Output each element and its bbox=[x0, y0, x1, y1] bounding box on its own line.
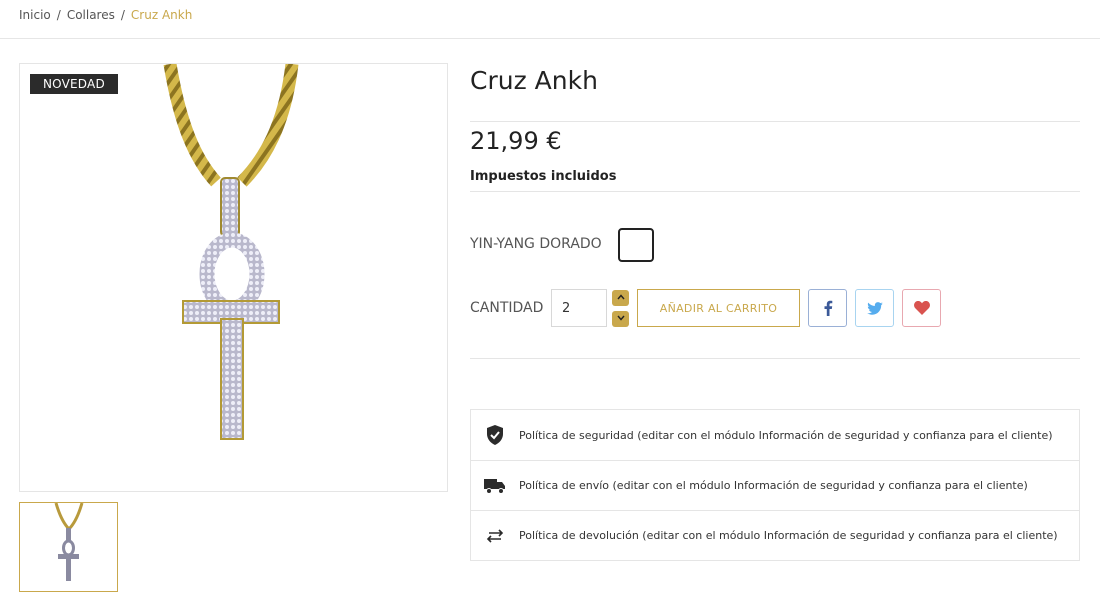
divider bbox=[470, 191, 1080, 192]
product-price: 21,99 € bbox=[470, 127, 562, 155]
variant-swatch[interactable] bbox=[618, 228, 654, 262]
reassurance-text: Política de envío (editar con el módulo … bbox=[519, 479, 1028, 492]
quantity-decrease-button[interactable] bbox=[612, 311, 629, 327]
chevron-up-icon bbox=[616, 294, 625, 300]
quantity-increase-button[interactable] bbox=[612, 290, 629, 306]
ankh-thumbnail-image bbox=[54, 503, 84, 581]
twitter-icon bbox=[866, 301, 883, 315]
quantity-input[interactable] bbox=[551, 289, 607, 327]
quantity-label: CANTIDAD bbox=[470, 300, 544, 316]
product-title: Cruz Ankh bbox=[470, 66, 598, 95]
wishlist-button[interactable] bbox=[902, 289, 941, 327]
breadcrumb-current: Cruz Ankh bbox=[130, 8, 193, 22]
truck-icon bbox=[471, 478, 519, 494]
heart-icon bbox=[913, 301, 930, 315]
reassurance-text: Política de devolución (editar con el mó… bbox=[519, 529, 1058, 542]
reassurance-item-shipping: Política de envío (editar con el módulo … bbox=[471, 460, 1079, 510]
twitter-share-button[interactable] bbox=[855, 289, 894, 327]
shield-check-icon bbox=[471, 425, 519, 445]
header-divider bbox=[0, 38, 1100, 39]
divider bbox=[470, 358, 1080, 359]
product-thumbnail[interactable] bbox=[19, 502, 118, 592]
reassurance-item-returns: Política de devolución (editar con el mó… bbox=[471, 510, 1079, 560]
breadcrumb-link-inicio[interactable]: Inicio bbox=[19, 8, 51, 22]
reassurance-block: Política de seguridad (editar con el mód… bbox=[470, 409, 1080, 561]
facebook-share-button[interactable] bbox=[808, 289, 847, 327]
breadcrumb-link-collares[interactable]: Collares bbox=[67, 8, 115, 22]
ankh-pendant-image bbox=[163, 64, 299, 440]
arrows-swap-icon bbox=[471, 528, 519, 543]
reassurance-text: Política de seguridad (editar con el mód… bbox=[519, 428, 1053, 442]
product-main-image[interactable]: NOVEDAD bbox=[19, 63, 448, 492]
breadcrumb-separator: / bbox=[56, 8, 61, 22]
new-badge: NOVEDAD bbox=[30, 74, 118, 94]
facebook-icon bbox=[824, 300, 832, 316]
reassurance-item-security: Política de seguridad (editar con el mód… bbox=[471, 410, 1079, 460]
tax-note: Impuestos incluidos bbox=[470, 169, 617, 184]
divider bbox=[470, 121, 1080, 122]
breadcrumb-separator: / bbox=[120, 8, 125, 22]
variant-label: YIN-YANG DORADO bbox=[470, 236, 602, 252]
breadcrumb: Inicio / Collares / Cruz Ankh bbox=[19, 8, 192, 22]
add-to-cart-button[interactable]: AÑADIR AL CARRITO bbox=[637, 289, 800, 327]
chevron-down-icon bbox=[616, 315, 625, 321]
